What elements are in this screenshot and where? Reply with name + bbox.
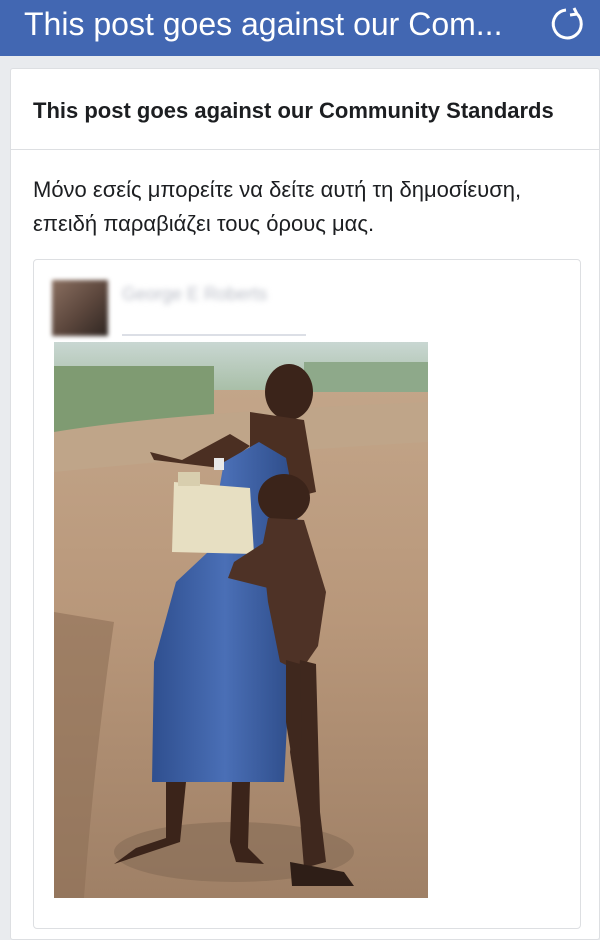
shared-post[interactable]: George E Roberts — [33, 259, 581, 929]
post-photo[interactable] — [54, 342, 428, 898]
author-divider — [122, 334, 306, 336]
community-standards-card: This post goes against our Community Sta… — [10, 68, 600, 940]
refresh-icon[interactable] — [546, 4, 586, 44]
author-avatar[interactable] — [52, 280, 108, 336]
top-bar: This post goes against our Com... — [0, 0, 600, 56]
card-header: This post goes against our Community Sta… — [11, 69, 599, 150]
author-name[interactable]: George E Roberts — [122, 284, 267, 305]
top-bar-title: This post goes against our Com... — [24, 6, 503, 42]
violation-message: Μόνο εσείς μπορείτε να δείτε αυτή τη δημ… — [33, 177, 522, 236]
card-header-title: This post goes against our Community Sta… — [33, 98, 554, 123]
